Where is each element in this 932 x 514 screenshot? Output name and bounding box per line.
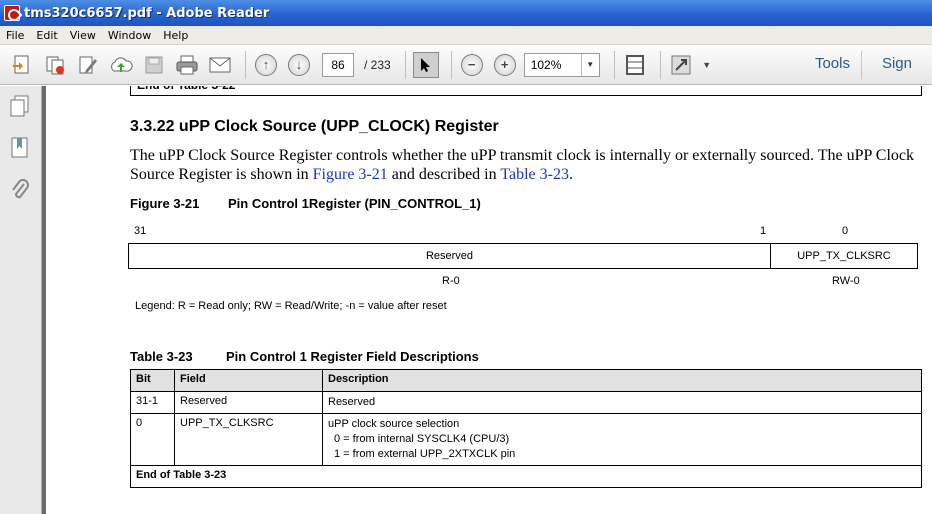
column-header-bit: Bit	[130, 369, 175, 392]
combine-files-button[interactable]	[41, 51, 69, 79]
document-page: End of Table 3-22 3.3.22 uPP Clock Sourc…	[46, 86, 932, 514]
pages-thumbnails-icon[interactable]	[9, 94, 31, 118]
toolbar-separator	[861, 51, 862, 79]
figure-caption: Figure 3-21 Pin Control 1Register (PIN_C…	[130, 196, 481, 211]
register-field-reserved: Reserved	[129, 244, 771, 268]
envelope-icon	[209, 57, 231, 72]
cursor-arrow-icon	[412, 51, 439, 78]
body-text-3: .	[568, 166, 573, 183]
figure-number: Figure 3-21	[130, 196, 200, 211]
menu-bar: File Edit View Window Help	[0, 26, 932, 45]
cell-description: uPP clock source selection 0 = from inte…	[322, 413, 922, 466]
field-description-table: Bit Field Description 31-1 Reserved Rese…	[130, 369, 922, 488]
email-button[interactable]	[206, 51, 234, 79]
table-title: Pin Control 1 Register Field Description…	[226, 349, 479, 364]
edit-document-button[interactable]	[74, 51, 102, 79]
column-header-description: Description	[322, 369, 922, 392]
upload-cloud-button[interactable]	[107, 51, 135, 79]
cell-field: Reserved	[174, 391, 323, 414]
toolbar: ↑ ↓ 86 / 233 − + 102% ▼ ▼ Tools Sign	[0, 45, 932, 85]
zoom-value: 102%	[530, 57, 562, 72]
table-row: 31-1 Reserved Reserved	[130, 391, 922, 414]
access-upp: RW-0	[832, 275, 860, 287]
plus-icon: +	[493, 53, 516, 76]
next-page-button[interactable]: ↓	[285, 51, 313, 79]
tools-pane-button[interactable]: Tools	[815, 55, 850, 72]
toolbar-separator	[659, 50, 661, 79]
minus-icon: −	[460, 53, 483, 76]
print-button[interactable]	[173, 51, 201, 79]
zoom-select[interactable]: 102% ▼	[523, 52, 600, 77]
description-line: Reserved	[328, 396, 376, 408]
body-text-2: and described in	[387, 166, 501, 183]
bit-label-31: 31	[134, 225, 147, 237]
printer-icon	[176, 55, 198, 74]
full-screen-button[interactable]	[667, 51, 695, 79]
cell-bit: 0	[130, 413, 175, 466]
bit-label-1: 1	[760, 225, 767, 237]
save-icon	[145, 56, 163, 73]
create-pdf-icon	[13, 55, 29, 73]
menu-view[interactable]: View	[64, 29, 102, 42]
table-link[interactable]: Table 3-23	[500, 166, 569, 183]
menu-file[interactable]: File	[0, 29, 30, 42]
navigation-pane	[0, 86, 42, 514]
section-heading: 3.3.22 uPP Clock Source (UPP_CLOCK) Regi…	[130, 118, 499, 135]
figure-title: Pin Control 1Register (PIN_CONTROL_1)	[228, 196, 481, 211]
table-header-row: Bit Field Description	[130, 369, 922, 392]
cloud-upload-icon	[111, 56, 133, 72]
title-bar: tms320c6657.pdf - Adobe Reader	[0, 0, 932, 26]
menu-window[interactable]: Window	[102, 29, 157, 42]
toolbar-separator	[245, 50, 246, 79]
description-line: 1 = from external UPP_2XTXCLK pin	[334, 448, 516, 460]
sign-pane-button[interactable]: Sign	[882, 55, 912, 72]
register-legend: Legend: R = Read only; RW = Read/Write; …	[135, 300, 447, 312]
edit-document-icon	[79, 56, 97, 73]
column-header-field: Field	[174, 369, 323, 392]
register-field-upp-tx-clksrc: UPP_TX_CLKSRC	[797, 250, 891, 262]
attachment-paperclip-icon[interactable]	[9, 178, 31, 202]
bit-label-0: 0	[842, 225, 849, 237]
cell-field: UPP_TX_CLKSRC	[174, 413, 323, 466]
bookmark-icon[interactable]	[9, 136, 31, 160]
table-end-label: End of Table 3-23	[130, 465, 922, 488]
menu-help[interactable]: Help	[157, 29, 194, 42]
cell-description: Reserved	[322, 391, 922, 414]
access-reserved: R-0	[442, 275, 460, 287]
arrow-up-icon: ↑	[255, 53, 277, 76]
select-tool-button[interactable]	[412, 51, 440, 79]
register-field-row: Reserved UPP_TX_CLKSRC	[128, 243, 918, 269]
toolbar-separator	[404, 50, 406, 79]
table-number: Table 3-23	[130, 349, 193, 364]
toolbar-separator	[613, 50, 615, 79]
save-button[interactable]	[140, 51, 168, 79]
arrow-down-icon: ↓	[288, 53, 310, 76]
table-end-row: End of Table 3-23	[130, 465, 922, 488]
previous-table-end: End of Table 3-22	[130, 86, 922, 96]
fit-page-button[interactable]	[621, 51, 649, 79]
fit-page-icon	[625, 54, 644, 75]
cell-bit: 31-1	[130, 391, 175, 414]
chevron-down-icon[interactable]: ▼	[580, 53, 599, 76]
description-line: uPP clock source selection	[328, 418, 460, 430]
window-title: tms320c6657.pdf - Adobe Reader	[24, 5, 270, 21]
chevron-down-icon: ▼	[702, 59, 712, 70]
create-pdf-button[interactable]	[8, 51, 36, 79]
adobe-reader-icon	[4, 5, 20, 21]
zoom-out-button[interactable]: −	[458, 51, 486, 79]
expand-icon	[671, 55, 691, 74]
page-number-input[interactable]: 86	[322, 52, 354, 77]
page-total: / 233	[364, 57, 391, 72]
toolbar-more-button[interactable]: ▼	[700, 51, 714, 79]
zoom-in-button[interactable]: +	[491, 51, 519, 79]
toolbar-separator	[450, 50, 452, 79]
table-caption: Table 3-23 Pin Control 1 Register Field …	[130, 349, 479, 364]
body-paragraph: The uPP Clock Source Register controls w…	[130, 146, 930, 184]
figure-link[interactable]: Figure 3-21	[313, 166, 388, 183]
previous-page-button[interactable]: ↑	[252, 51, 280, 79]
combine-files-icon	[46, 56, 64, 74]
table-row: 0 UPP_TX_CLKSRC uPP clock source selecti…	[130, 413, 922, 466]
description-line: 0 = from internal SYSCLK4 (CPU/3)	[334, 433, 510, 445]
menu-edit[interactable]: Edit	[30, 29, 63, 42]
